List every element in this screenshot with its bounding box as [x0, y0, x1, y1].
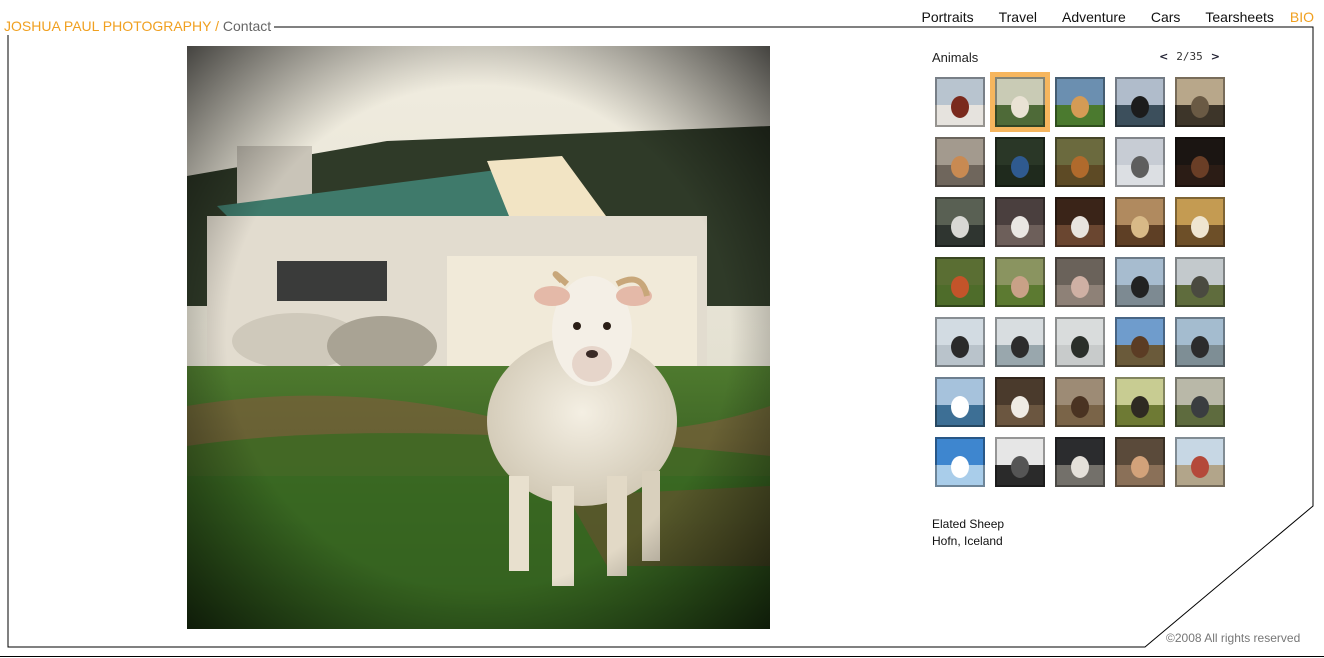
thumb-penguins-sea-icon: [995, 317, 1045, 367]
thumb-husky-icon: [1115, 137, 1165, 187]
thumb-hand-bird-icon: [1115, 437, 1165, 487]
thumbnail-cat-room[interactable]: [1055, 197, 1105, 247]
main-photo: [187, 46, 770, 629]
brand-header: JOSHUA PAUL PHOTOGRAPHY / Contact: [4, 17, 275, 35]
thumb-cows-icon: [935, 257, 985, 307]
thumb-room-dog-icon: [1115, 197, 1165, 247]
thumbnail-horse[interactable]: [1055, 377, 1105, 427]
thumbnail-cat-doorway[interactable]: [1055, 437, 1105, 487]
thumbnail-penguins-shore[interactable]: [935, 317, 985, 367]
thumbnail-iguana[interactable]: [1055, 317, 1105, 367]
thumb-pigs-icon: [1055, 257, 1105, 307]
thumbnail-pig-field[interactable]: [995, 257, 1045, 307]
thumbnail-window[interactable]: [995, 437, 1045, 487]
thumbnail-dome[interactable]: [1175, 377, 1225, 427]
thumbnail-grid: [935, 72, 1225, 487]
thumbnail-room-dog[interactable]: [1115, 197, 1165, 247]
nav-item-tearsheets[interactable]: Tearsheets: [1205, 8, 1273, 26]
brand-link[interactable]: JOSHUA PAUL PHOTOGRAPHY: [4, 18, 211, 34]
thumbnail-dog-tree[interactable]: [1115, 377, 1165, 427]
copyright-text: ©2008 All rights reserved: [1166, 631, 1301, 645]
photo-location: Hofn, Iceland: [932, 534, 1003, 548]
thumb-goat-icon: [995, 377, 1045, 427]
page-indicator: 2/35: [1176, 50, 1203, 63]
thumb-sky-cloud-icon: [935, 437, 985, 487]
thumb-cat-room-icon: [1055, 197, 1105, 247]
thumb-monkeys-icon: [935, 197, 985, 247]
thumb-penguin-icon: [1115, 257, 1165, 307]
gallery-pager: < 2/35 >: [1159, 50, 1220, 63]
nav-item-cars[interactable]: Cars: [1151, 8, 1181, 26]
thumbnail-brown-dog[interactable]: [1175, 137, 1225, 187]
photo-caption: Elated Sheep Hofn, Iceland: [932, 516, 1004, 550]
thumbnail-pigs[interactable]: [1055, 257, 1105, 307]
thumb-window-icon: [995, 437, 1045, 487]
thumb-street-icon: [1175, 437, 1225, 487]
thumbnail-cat-floor[interactable]: [935, 137, 985, 187]
thumb-seals-icon: [1175, 317, 1225, 367]
thumb-child-snow-icon: [935, 77, 985, 127]
thumbnail-cows[interactable]: [935, 257, 985, 307]
thumbnail-doorway[interactable]: [1175, 197, 1225, 247]
contact-link[interactable]: Contact: [223, 18, 271, 34]
thumbnail-dog-field[interactable]: [1055, 77, 1105, 127]
thumb-black-dog-icon: [1115, 77, 1165, 127]
thumbnail-ram[interactable]: [1175, 257, 1225, 307]
thumb-iguana-icon: [1055, 317, 1105, 367]
prev-arrow-icon[interactable]: <: [1159, 50, 1168, 63]
thumbnail-hand-bird[interactable]: [1115, 437, 1165, 487]
thumb-doorway-icon: [1175, 197, 1225, 247]
nav-item-travel[interactable]: Travel: [999, 8, 1037, 26]
page: JOSHUA PAUL PHOTOGRAPHY / Contact Portra…: [0, 0, 1324, 658]
thumb-pig-field-icon: [995, 257, 1045, 307]
thumbnail-seals[interactable]: [1175, 317, 1225, 367]
thumb-horse-icon: [1055, 377, 1105, 427]
thumb-fox-icon: [1055, 137, 1105, 187]
nav-item-portraits[interactable]: Portraits: [921, 8, 973, 26]
thumbnail-penguins-sea[interactable]: [995, 317, 1045, 367]
thumbnail-black-dog[interactable]: [1115, 77, 1165, 127]
brand-separator: /: [211, 18, 223, 34]
thumbnail-shed[interactable]: [1175, 77, 1225, 127]
thumb-cat-floor-icon: [935, 137, 985, 187]
thumbnail-hawk[interactable]: [1115, 317, 1165, 367]
thumbnail-bird-sea[interactable]: [935, 377, 985, 427]
thumbnail-husky[interactable]: [1115, 137, 1165, 187]
thumbnail-monkeys[interactable]: [935, 197, 985, 247]
thumb-penguins-shore-icon: [935, 317, 985, 367]
photo-title: Elated Sheep: [932, 517, 1005, 531]
top-nav: Portraits Travel Adventure Cars Tearshee…: [896, 8, 1314, 26]
thumbnail-fox[interactable]: [1055, 137, 1105, 187]
thumb-bird-sea-icon: [935, 377, 985, 427]
thumb-ram-icon: [1175, 257, 1225, 307]
thumbnail-goat[interactable]: [995, 377, 1045, 427]
gallery-category-title: Animals: [932, 50, 979, 65]
thumbnail-child-snow[interactable]: [935, 77, 985, 127]
thumb-dome-icon: [1175, 377, 1225, 427]
next-arrow-icon[interactable]: >: [1211, 50, 1220, 63]
thumb-dog-field-icon: [1055, 77, 1105, 127]
thumbnail-sheep[interactable]: [990, 72, 1050, 132]
thumb-sheep-icon: [995, 77, 1045, 127]
nav-item-bio[interactable]: BIO: [1290, 8, 1314, 26]
thumb-cat-doorway-icon: [1055, 437, 1105, 487]
thumb-hawk-icon: [1115, 317, 1165, 367]
thumbnail-sky-cloud[interactable]: [935, 437, 985, 487]
thumbnail-peacock[interactable]: [995, 137, 1045, 187]
thumbnail-street[interactable]: [1175, 437, 1225, 487]
thumb-dog-sitting-icon: [995, 197, 1045, 247]
thumb-peacock-icon: [995, 137, 1045, 187]
thumb-dog-tree-icon: [1115, 377, 1165, 427]
thumbnail-penguin[interactable]: [1115, 257, 1165, 307]
nav-item-adventure[interactable]: Adventure: [1062, 8, 1126, 26]
thumb-shed-icon: [1175, 77, 1225, 127]
thumb-brown-dog-icon: [1175, 137, 1225, 187]
sheep-photo-image: [187, 46, 770, 629]
thumbnail-dog-sitting[interactable]: [995, 197, 1045, 247]
